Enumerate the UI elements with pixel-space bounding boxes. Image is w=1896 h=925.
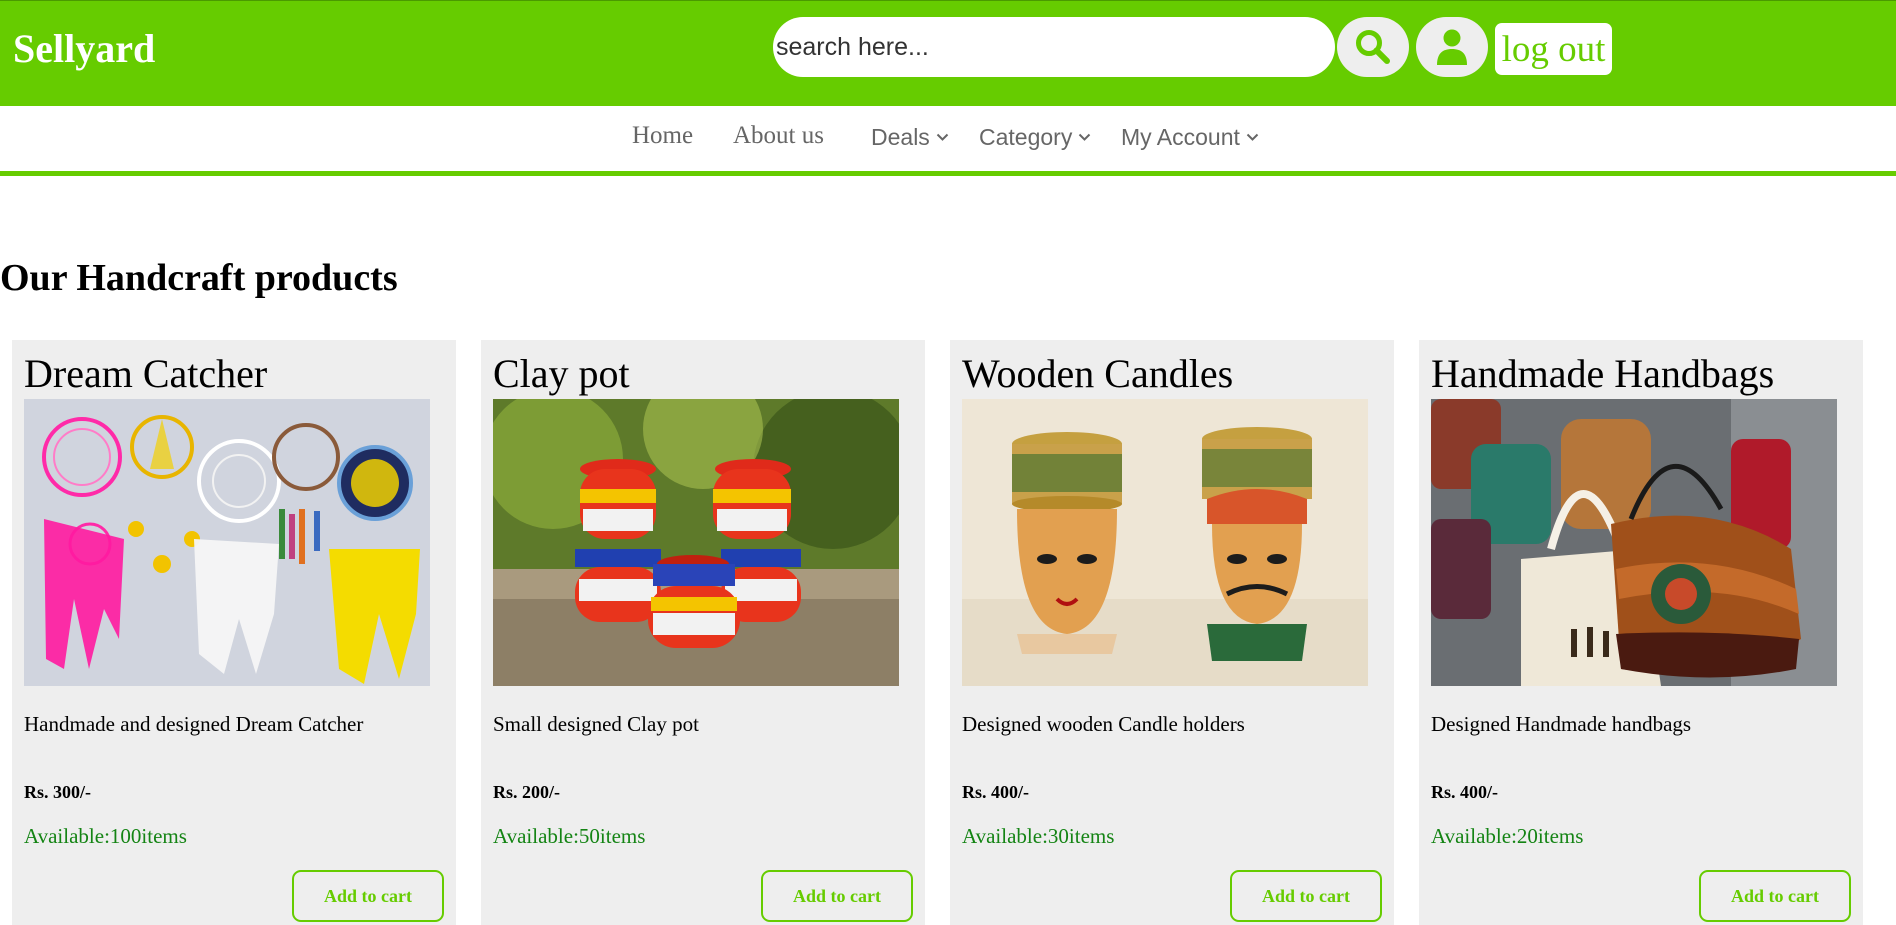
nav-home[interactable]: Home <box>632 122 693 150</box>
account-button[interactable] <box>1416 17 1488 77</box>
add-to-cart-button[interactable]: Add to cart <box>1230 870 1382 922</box>
top-header: Sellyard log out <box>0 0 1896 106</box>
search-icon <box>1356 30 1390 64</box>
product-description: Designed Handmade handbags <box>1431 712 1692 736</box>
search-input[interactable] <box>773 17 1335 77</box>
product-availability: Available:100items <box>24 824 187 848</box>
chevron-down-icon <box>1246 133 1259 142</box>
product-image[interactable] <box>1431 399 1837 686</box>
nav-about-us[interactable]: About us <box>733 122 824 150</box>
product-description: Handmade and designed Dream Catcher <box>24 712 364 736</box>
product-title: Wooden Candles <box>962 351 1234 396</box>
brand-logo[interactable]: Sellyard <box>13 25 155 72</box>
nav-home-label: Home <box>632 122 694 149</box>
product-image[interactable] <box>962 399 1368 686</box>
product-image[interactable] <box>24 399 430 686</box>
search-button[interactable] <box>1337 17 1409 77</box>
product-card: Dream Catcher Handmade and designed Drea… <box>12 340 456 925</box>
nav-category-label: Category <box>979 124 1073 150</box>
user-icon <box>1437 29 1467 65</box>
product-card: Clay pot Small designed Clay pot Rs. 200… <box>481 340 925 925</box>
product-price: Rs. 200/- <box>493 782 560 802</box>
add-to-cart-button[interactable]: Add to cart <box>761 870 913 922</box>
product-card: Wooden Candles Designed wooden Candle ho… <box>950 340 1394 925</box>
nav-about-us-label: About us <box>733 122 824 149</box>
page-title: Our Handcraft products <box>0 257 398 299</box>
product-availability: Available:30items <box>962 824 1115 848</box>
product-title: Handmade Handbags <box>1431 351 1775 396</box>
product-title: Clay pot <box>493 351 630 396</box>
nav-my-account[interactable]: My Account <box>1121 124 1259 151</box>
product-availability: Available:20items <box>1431 824 1584 848</box>
product-card: Handmade Handbags Designed Handmade hand… <box>1419 340 1863 925</box>
product-description: Small designed Clay pot <box>493 712 699 736</box>
add-to-cart-button[interactable]: Add to cart <box>292 870 444 922</box>
product-description: Designed wooden Candle holders <box>962 712 1245 736</box>
product-price: Rs. 400/- <box>962 782 1029 802</box>
chevron-down-icon <box>1078 133 1091 142</box>
nav-deals-label: Deals <box>871 124 930 150</box>
nav-category[interactable]: Category <box>979 124 1091 151</box>
product-availability: Available:50items <box>493 824 646 848</box>
nav-deals[interactable]: Deals <box>871 124 949 151</box>
product-image[interactable] <box>493 399 899 686</box>
main-nav: Home About us Deals Category My Account <box>0 106 1896 176</box>
product-title: Dream Catcher <box>24 351 268 396</box>
logout-button[interactable]: log out <box>1495 23 1612 75</box>
chevron-down-icon <box>936 133 949 142</box>
nav-my-account-label: My Account <box>1121 124 1240 150</box>
product-price: Rs. 400/- <box>1431 782 1498 802</box>
product-price: Rs. 300/- <box>24 782 91 802</box>
add-to-cart-button[interactable]: Add to cart <box>1699 870 1851 922</box>
